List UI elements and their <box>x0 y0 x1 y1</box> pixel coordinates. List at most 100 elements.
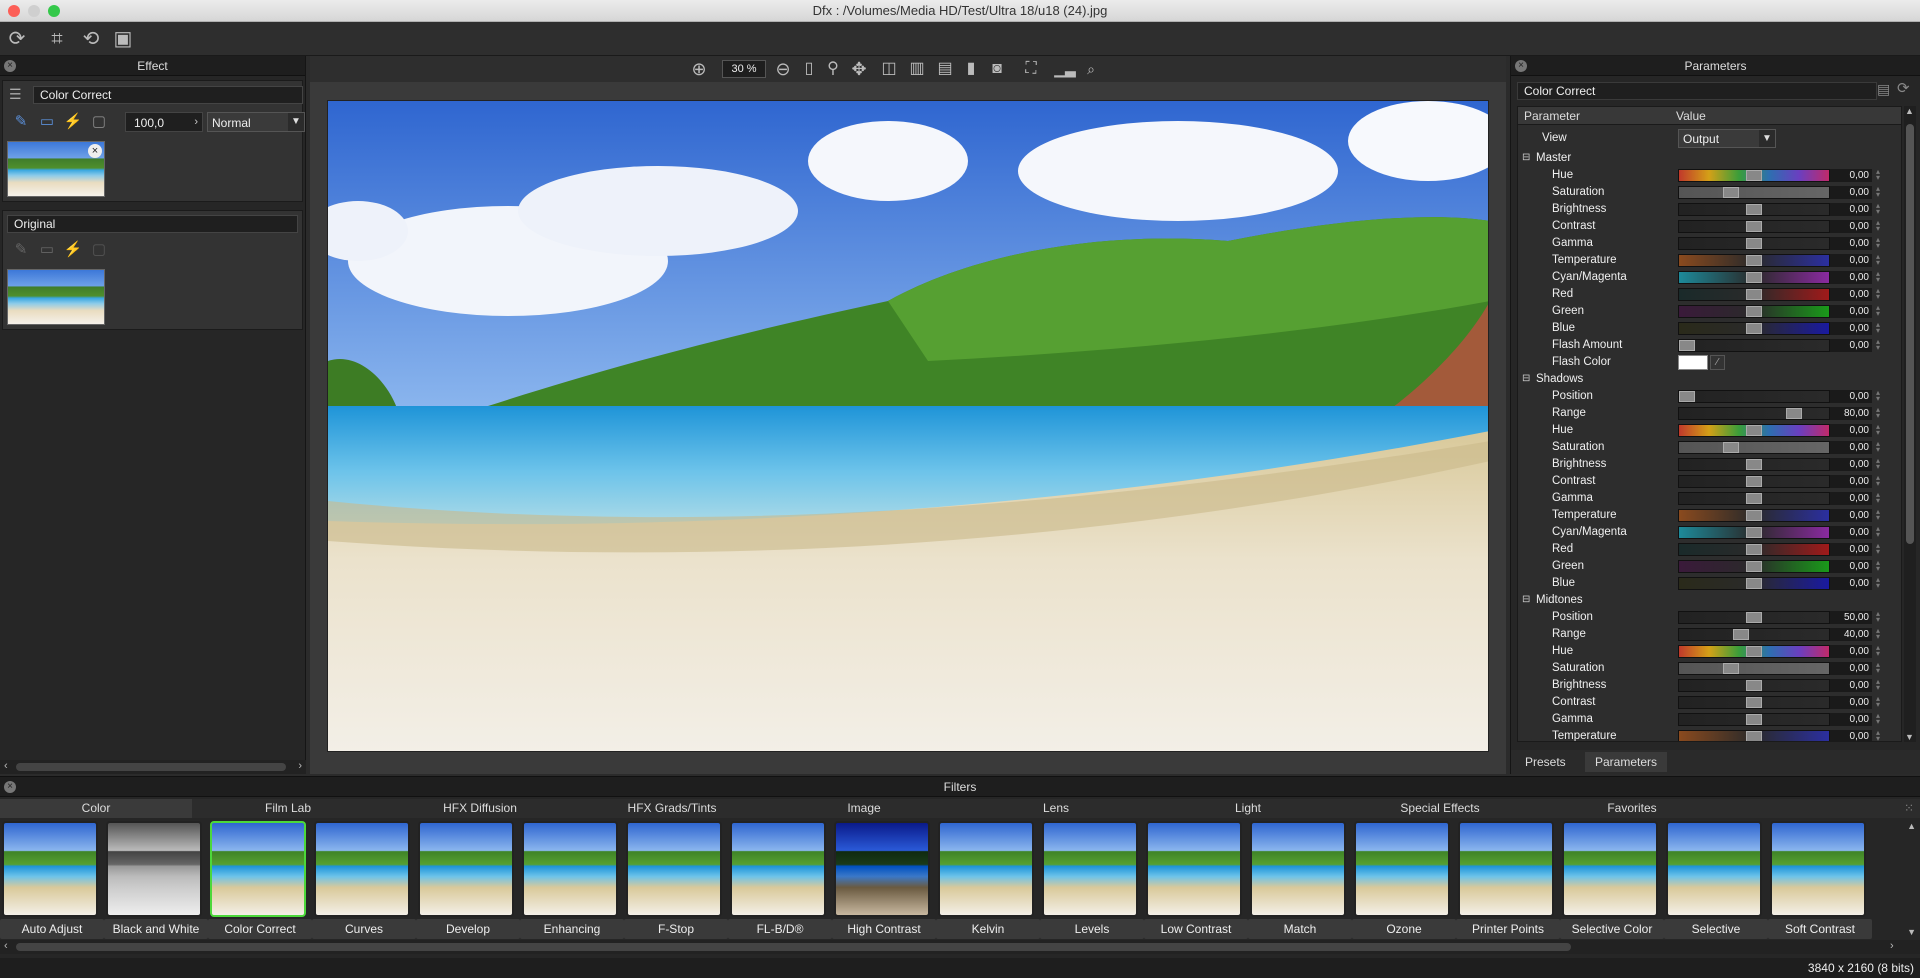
stepper-icon[interactable]: ▴ ▾ <box>1873 542 1883 556</box>
stepper-icon[interactable]: ▴ ▾ <box>1873 287 1883 301</box>
parameter-slider[interactable] <box>1678 186 1830 199</box>
parameter-slider[interactable] <box>1678 203 1830 216</box>
full-image-icon[interactable]: ⛶ <box>1018 56 1044 82</box>
remove-effect-icon[interactable]: × <box>88 144 102 158</box>
parameter-slider[interactable] <box>1678 254 1830 267</box>
stepper-icon[interactable]: ▴ ▾ <box>1873 627 1883 641</box>
filter-label[interactable]: Auto Adjust <box>0 919 104 939</box>
parameter-slider[interactable] <box>1678 169 1830 182</box>
slider-handle[interactable] <box>1746 646 1762 657</box>
filter-label[interactable]: Levels <box>1040 919 1144 939</box>
split-side-icon[interactable]: ▥ <box>904 56 930 82</box>
chevron-down-icon[interactable]: ▼ <box>288 113 304 131</box>
zoom-window-button[interactable] <box>48 5 60 17</box>
filter-label[interactable]: Ozone <box>1352 919 1456 939</box>
parameter-value[interactable]: 0,00 <box>1830 322 1872 335</box>
parameter-value[interactable]: 0,00 <box>1830 390 1872 403</box>
crop-icon[interactable]: ⌗ <box>44 26 70 52</box>
slider-handle[interactable] <box>1746 221 1762 232</box>
parameter-value[interactable]: 0,00 <box>1830 475 1872 488</box>
stepper-icon[interactable]: ▴ ▾ <box>1873 491 1883 505</box>
parameter-slider[interactable] <box>1678 424 1830 437</box>
filter-thumbnail[interactable] <box>1250 821 1346 917</box>
stepper-icon[interactable]: ▴ ▾ <box>1873 457 1883 471</box>
parameter-slider[interactable] <box>1678 509 1830 522</box>
filter-label[interactable]: FL-B/D® <box>728 919 832 939</box>
parameter-value[interactable]: 0,00 <box>1830 169 1872 182</box>
slider-handle[interactable] <box>1723 442 1739 453</box>
slider-handle[interactable] <box>1746 697 1762 708</box>
stepper-icon[interactable]: ▴ ▾ <box>1873 304 1883 318</box>
rotate-icon[interactable]: ⟲ <box>78 26 104 52</box>
stepper-icon[interactable]: ▴ ▾ <box>1873 695 1883 709</box>
parameter-slider[interactable] <box>1678 407 1830 420</box>
filter-label[interactable]: Printer Points <box>1456 919 1560 939</box>
layer-menu-icon[interactable]: ☰ <box>9 86 22 103</box>
parameter-slider[interactable] <box>1678 730 1830 741</box>
filter-thumbnail[interactable] <box>106 821 202 917</box>
filter-tab[interactable]: Color <box>0 799 192 818</box>
parameter-slider[interactable] <box>1678 237 1830 250</box>
parameter-value[interactable]: 0,00 <box>1830 696 1872 709</box>
grid-view-icon[interactable]: ⁙ <box>1904 801 1914 815</box>
zoom-level[interactable]: 30 % <box>722 60 766 78</box>
parameter-slider[interactable] <box>1678 305 1830 318</box>
slider-handle[interactable] <box>1733 629 1749 640</box>
parameter-slider[interactable] <box>1678 322 1830 335</box>
flash-icon[interactable]: ⚡ <box>63 112 83 132</box>
filter-tab[interactable]: Light <box>1152 799 1344 818</box>
close-panel-icon[interactable]: × <box>4 781 16 793</box>
parameter-value[interactable]: 0,00 <box>1830 186 1872 199</box>
filter-thumbnail[interactable] <box>834 821 930 917</box>
parameter-value[interactable]: 0,00 <box>1830 713 1872 726</box>
filter-thumbnail[interactable] <box>1666 821 1762 917</box>
slider-handle[interactable] <box>1746 527 1762 538</box>
slider-handle[interactable] <box>1746 306 1762 317</box>
slider-handle[interactable] <box>1746 425 1762 436</box>
refresh-icon[interactable]: ⟳ <box>4 26 30 52</box>
parameter-value[interactable]: 0,00 <box>1830 339 1872 352</box>
close-window-button[interactable] <box>8 5 20 17</box>
stepper-icon[interactable]: ▴ ▾ <box>1873 729 1883 742</box>
parameter-value[interactable]: 0,00 <box>1830 237 1872 250</box>
parameter-value[interactable]: 50,00 <box>1830 611 1872 624</box>
scroll-up-icon[interactable]: ▲ <box>1905 106 1914 116</box>
parameters-scroll-thumb[interactable] <box>1906 124 1914 544</box>
parameter-slider[interactable] <box>1678 696 1830 709</box>
parameter-value[interactable]: 0,00 <box>1830 203 1872 216</box>
edit-mask-icon[interactable]: ✎ <box>11 112 31 132</box>
filter-label[interactable]: Selective Color <box>1560 919 1664 939</box>
collapse-icon[interactable]: ⊟ <box>1522 153 1531 163</box>
filter-thumbnail[interactable] <box>314 821 410 917</box>
filter-label[interactable]: Develop <box>416 919 520 939</box>
parameter-slider[interactable] <box>1678 560 1830 573</box>
slider-handle[interactable] <box>1723 187 1739 198</box>
parameter-slider[interactable] <box>1678 611 1830 624</box>
stepper-icon[interactable]: ▴ ▾ <box>1873 168 1883 182</box>
close-panel-icon[interactable]: × <box>1515 60 1527 72</box>
parameter-slider[interactable] <box>1678 390 1830 403</box>
parameter-slider[interactable] <box>1678 662 1830 675</box>
scroll-down-icon[interactable]: ▼ <box>1907 927 1916 937</box>
parameter-value[interactable]: 0,00 <box>1830 645 1872 658</box>
filter-label[interactable]: Kelvin <box>936 919 1040 939</box>
scroll-left-icon[interactable]: ‹ <box>4 760 8 772</box>
stepper-icon[interactable]: ▴ ▾ <box>1873 559 1883 573</box>
tab-parameters[interactable]: Parameters <box>1585 752 1668 772</box>
split-horizontal-icon[interactable]: ▤ <box>932 56 958 82</box>
scroll-left-icon[interactable]: ‹ <box>4 940 8 952</box>
filter-label[interactable]: Enhancing <box>520 919 624 939</box>
reset-icon[interactable]: ⟳ <box>1897 79 1910 97</box>
split-vertical-icon[interactable]: ◫ <box>876 56 902 82</box>
filter-thumbnail[interactable] <box>1042 821 1138 917</box>
slider-handle[interactable] <box>1746 476 1762 487</box>
parameter-slider[interactable] <box>1678 577 1830 590</box>
parameter-value[interactable]: 0,00 <box>1830 305 1872 318</box>
scroll-right-icon[interactable]: › <box>1890 940 1894 952</box>
slider-handle[interactable] <box>1746 493 1762 504</box>
view-select[interactable]: Output ▼ <box>1678 129 1776 148</box>
slider-handle[interactable] <box>1679 391 1695 402</box>
filter-label[interactable]: Match <box>1248 919 1352 939</box>
loupe-icon[interactable]: ⌕ <box>1078 56 1104 82</box>
collapse-icon[interactable]: ⊟ <box>1522 595 1531 605</box>
